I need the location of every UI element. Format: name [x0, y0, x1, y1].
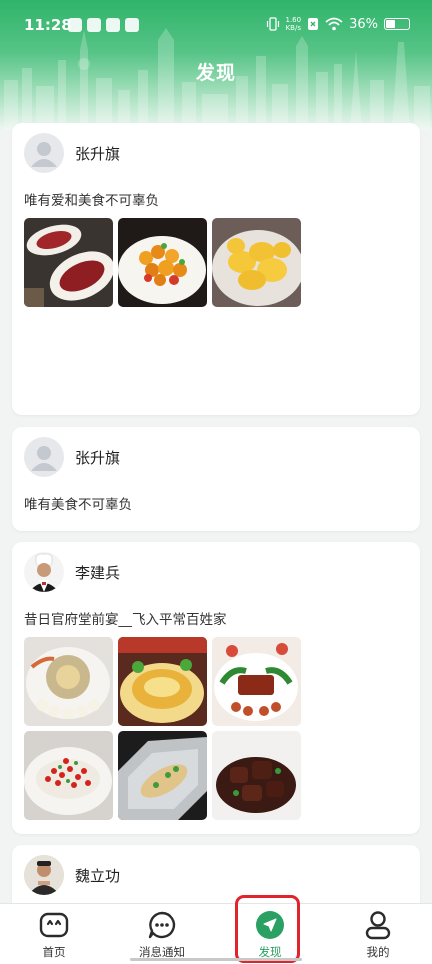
network-speed-value: 1.60 — [285, 16, 302, 24]
post-image[interactable] — [118, 637, 207, 726]
post-header: 李建兵 — [24, 552, 120, 592]
author-name[interactable]: 魏立功 — [75, 865, 120, 886]
author-name[interactable]: 李建兵 — [75, 562, 120, 583]
post-image[interactable] — [118, 731, 207, 820]
nav-tab-messages[interactable]: 消息通知 — [108, 904, 216, 964]
post-text: 唯有爱和美食不可辜负 — [24, 193, 159, 209]
nav-tab-profile[interactable]: 我的 — [324, 904, 432, 964]
post-text: 昔日官府堂前宴__飞入平常百姓家 — [24, 612, 227, 628]
chef-photo-avatar[interactable] — [24, 552, 64, 592]
user-photo-avatar[interactable] — [24, 855, 64, 895]
network-speed-unit: KB/s — [285, 24, 301, 32]
post-image[interactable] — [118, 218, 207, 307]
image-grid — [24, 218, 301, 307]
home-face-icon — [39, 912, 69, 938]
post-image[interactable] — [24, 637, 113, 726]
default-avatar-icon[interactable] — [24, 437, 64, 477]
post-image[interactable] — [212, 637, 301, 726]
post-image[interactable] — [212, 731, 301, 820]
author-name[interactable]: 张升旗 — [75, 143, 120, 164]
vibrate-icon — [266, 17, 279, 31]
home-indicator — [130, 958, 302, 961]
status-indicators: 1.60 KB/s 36% — [266, 16, 410, 32]
post-image[interactable] — [212, 218, 301, 307]
nav-label-profile: 我的 — [366, 945, 390, 959]
author-name[interactable]: 张升旗 — [75, 447, 120, 468]
app-notification-icon — [106, 18, 120, 32]
post-text: 唯有美食不可辜负 — [24, 497, 132, 513]
chat-bubble-icon — [148, 911, 176, 939]
page-title: 发现 — [195, 62, 236, 84]
app-notification-icon — [125, 18, 139, 32]
default-avatar-icon[interactable] — [24, 133, 64, 173]
sim-icon — [308, 18, 319, 30]
post-image[interactable] — [24, 218, 113, 307]
header: 11:28 1.60 KB/s 36% 发现 — [0, 0, 432, 130]
bottom-navigation: 首页 消息通知 发现 我的 — [0, 903, 432, 964]
app-notification-icon — [68, 18, 82, 32]
battery-icon — [384, 18, 410, 30]
post-header: 魏立功 — [24, 855, 120, 895]
post-header: 张升旗 — [24, 133, 120, 173]
post-card[interactable]: 张升旗 唯有美食不可辜负 — [12, 427, 420, 531]
status-time: 11:28 — [24, 16, 72, 34]
wifi-icon — [325, 17, 343, 31]
annotation-highlight-box — [235, 895, 300, 963]
post-card[interactable]: 张升旗 唯有爱和美食不可辜负 — [12, 123, 420, 415]
post-card[interactable]: 李建兵 昔日官府堂前宴__飞入平常百姓家 — [12, 542, 420, 834]
status-bar: 11:28 1.60 KB/s 36% — [0, 0, 432, 50]
nav-label-home: 首页 — [42, 945, 66, 959]
post-image[interactable] — [24, 731, 113, 820]
post-header: 张升旗 — [24, 437, 120, 477]
image-grid — [24, 637, 301, 820]
notification-icons — [68, 18, 139, 32]
battery-percent: 36% — [349, 16, 378, 32]
network-speed: 1.60 KB/s — [286, 16, 302, 32]
app-notification-icon — [87, 18, 101, 32]
person-icon — [365, 911, 391, 940]
nav-tab-home[interactable]: 首页 — [0, 904, 108, 964]
